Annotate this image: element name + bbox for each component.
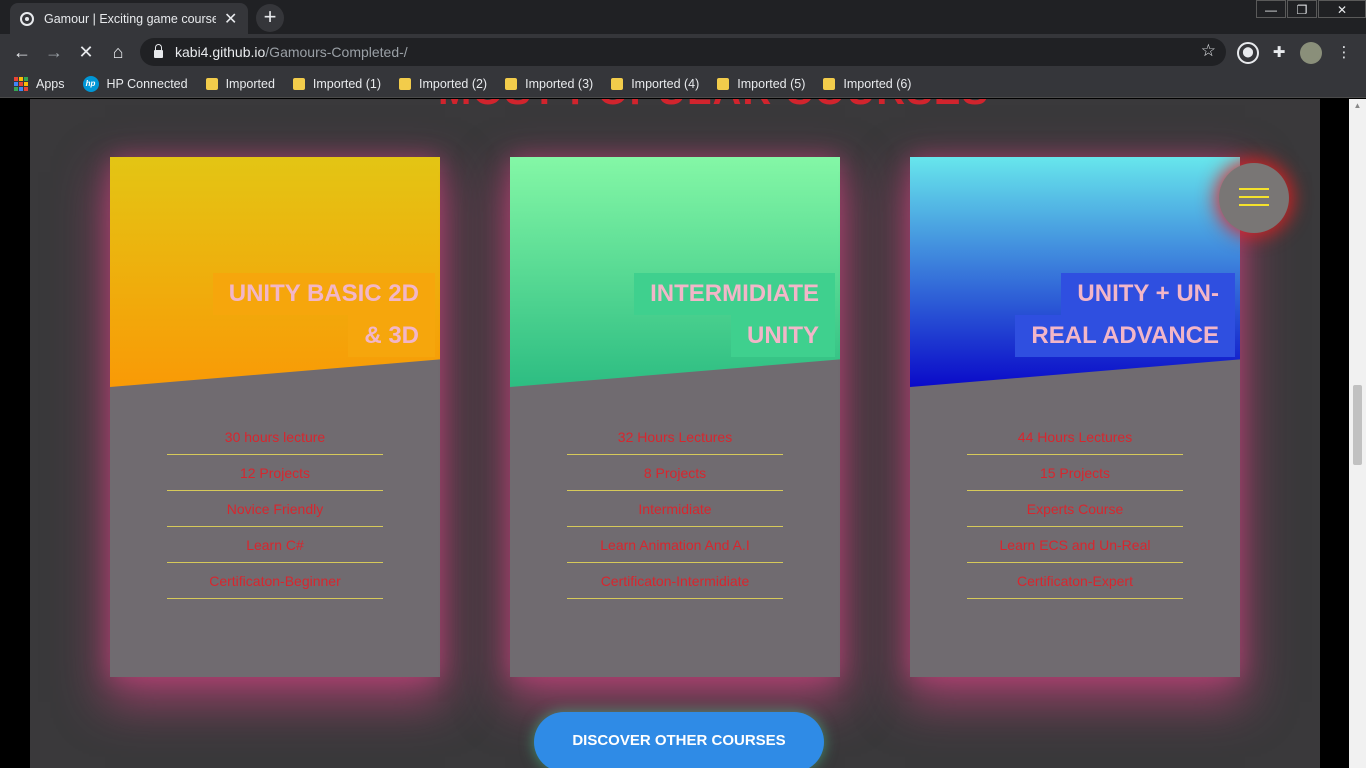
- bookmark-imported-1[interactable]: Imported (1): [292, 77, 381, 91]
- profile-avatar[interactable]: [1300, 42, 1322, 64]
- feature-item: Experts Course: [967, 491, 1183, 527]
- window-controls: — ❐ ✕: [1255, 0, 1366, 18]
- feature-item: 32 Hours Lectures: [567, 419, 783, 455]
- folder-icon: [399, 77, 412, 90]
- folder-icon: [205, 77, 218, 90]
- bookmarks-bar: Apps hp HP Connected Imported Imported (…: [0, 70, 1366, 98]
- new-tab-button[interactable]: +: [256, 4, 284, 32]
- hamburger-line: [1239, 204, 1269, 206]
- feature-item: Certificaton-Beginner: [167, 563, 383, 599]
- bookmark-star-icon[interactable]: ☆: [1201, 41, 1216, 61]
- home-button[interactable]: ⌂: [106, 40, 130, 64]
- discover-courses-button[interactable]: DISCOVER OTHER COURSES: [534, 712, 824, 768]
- feature-item: 12 Projects: [167, 455, 383, 491]
- courses-section: MOST POPULAR COURSES UNITY BASIC 2D & 3D…: [30, 99, 1320, 768]
- feature-item: Learn Animation And A.I: [567, 527, 783, 563]
- scrollbar-thumb[interactable]: [1353, 385, 1362, 465]
- feature-item: 8 Projects: [567, 455, 783, 491]
- feature-list: 44 Hours Lectures 15 Projects Experts Co…: [967, 419, 1183, 599]
- hamburger-line: [1239, 196, 1269, 198]
- browser-menu-icon[interactable]: ⋮: [1333, 42, 1355, 64]
- hamburger-menu-button[interactable]: [1219, 163, 1289, 233]
- course-card-unity-unreal-advance[interactable]: UNITY + UN- REAL ADVANCE 44 Hours Lectur…: [910, 157, 1240, 677]
- address-bar[interactable]: kabi4.github.io/Gamours-Completed-/ ☆: [140, 38, 1226, 66]
- feature-item: Learn C#: [167, 527, 383, 563]
- feature-item: 30 hours lecture: [167, 419, 383, 455]
- feature-list: 30 hours lecture 12 Projects Novice Frie…: [167, 419, 383, 599]
- feature-item: Novice Friendly: [167, 491, 383, 527]
- folder-icon: [292, 77, 305, 90]
- folder-icon: [505, 77, 518, 90]
- browser-toolbar: ← → ✕ ⌂ kabi4.github.io/Gamours-Complete…: [0, 34, 1366, 70]
- bookmark-imported-4[interactable]: Imported (4): [611, 77, 699, 91]
- hamburger-line: [1239, 188, 1269, 190]
- tab-close-icon[interactable]: ✕: [224, 9, 237, 29]
- folder-icon: [823, 77, 836, 90]
- apps-grid-icon: [14, 76, 28, 91]
- page-viewport: MOST POPULAR COURSES UNITY BASIC 2D & 3D…: [0, 99, 1366, 768]
- bookmark-imported[interactable]: Imported: [205, 77, 275, 91]
- feature-item: Certificaton-Intermidiate: [567, 563, 783, 599]
- page-favicon-icon: [20, 11, 34, 26]
- bookmark-apps[interactable]: Apps: [14, 76, 65, 91]
- course-card-unity-basic[interactable]: UNITY BASIC 2D & 3D 30 hours lecture 12 …: [110, 157, 440, 677]
- feature-item: 44 Hours Lectures: [967, 419, 1183, 455]
- back-button[interactable]: ←: [10, 40, 34, 64]
- bookmark-imported-3[interactable]: Imported (3): [505, 77, 593, 91]
- bookmark-hp-connected[interactable]: hp HP Connected: [82, 75, 188, 92]
- scroll-up-arrow-icon[interactable]: ▲: [1349, 99, 1366, 113]
- feature-item: Learn ECS and Un-Real: [967, 527, 1183, 563]
- hp-logo-icon: hp: [82, 75, 99, 92]
- bookmark-imported-2[interactable]: Imported (2): [399, 77, 487, 91]
- restore-button[interactable]: ❐: [1287, 0, 1317, 18]
- card-title: UNITY + UN- REAL ADVANCE: [1015, 273, 1235, 357]
- minimize-button[interactable]: —: [1256, 0, 1286, 18]
- forward-button[interactable]: →: [42, 40, 66, 64]
- stop-loading-button[interactable]: ✕: [74, 40, 98, 64]
- feature-item: Intermidiate: [567, 491, 783, 527]
- window-close-button[interactable]: ✕: [1318, 0, 1366, 18]
- bookmark-imported-5[interactable]: Imported (5): [717, 77, 805, 91]
- extension-circle-icon[interactable]: ⬤: [1237, 42, 1259, 64]
- extensions-puzzle-icon[interactable]: ✚: [1268, 42, 1290, 64]
- folder-icon: [611, 77, 624, 90]
- browser-tab[interactable]: Gamour | Exciting game courses f ✕: [10, 3, 248, 34]
- page-scrollbar[interactable]: ▲: [1349, 99, 1366, 768]
- course-card-intermidiate-unity[interactable]: INTERMIDIATE UNITY 32 Hours Lectures 8 P…: [510, 157, 840, 677]
- folder-icon: [717, 77, 730, 90]
- tab-title: Gamour | Exciting game courses f: [44, 11, 216, 26]
- card-title: INTERMIDIATE UNITY: [634, 273, 835, 357]
- feature-item: Certificaton-Expert: [967, 563, 1183, 599]
- feature-item: 15 Projects: [967, 455, 1183, 491]
- lock-icon: [154, 44, 163, 58]
- bookmark-imported-6[interactable]: Imported (6): [823, 77, 911, 91]
- feature-list: 32 Hours Lectures 8 Projects Intermidiat…: [567, 419, 783, 599]
- url-text: kabi4.github.io/Gamours-Completed-/: [175, 44, 408, 60]
- card-title: UNITY BASIC 2D & 3D: [212, 273, 435, 357]
- section-heading: MOST POPULAR COURSES: [438, 99, 989, 114]
- browser-titlebar: Gamour | Exciting game courses f ✕ + — ❐…: [0, 0, 1366, 34]
